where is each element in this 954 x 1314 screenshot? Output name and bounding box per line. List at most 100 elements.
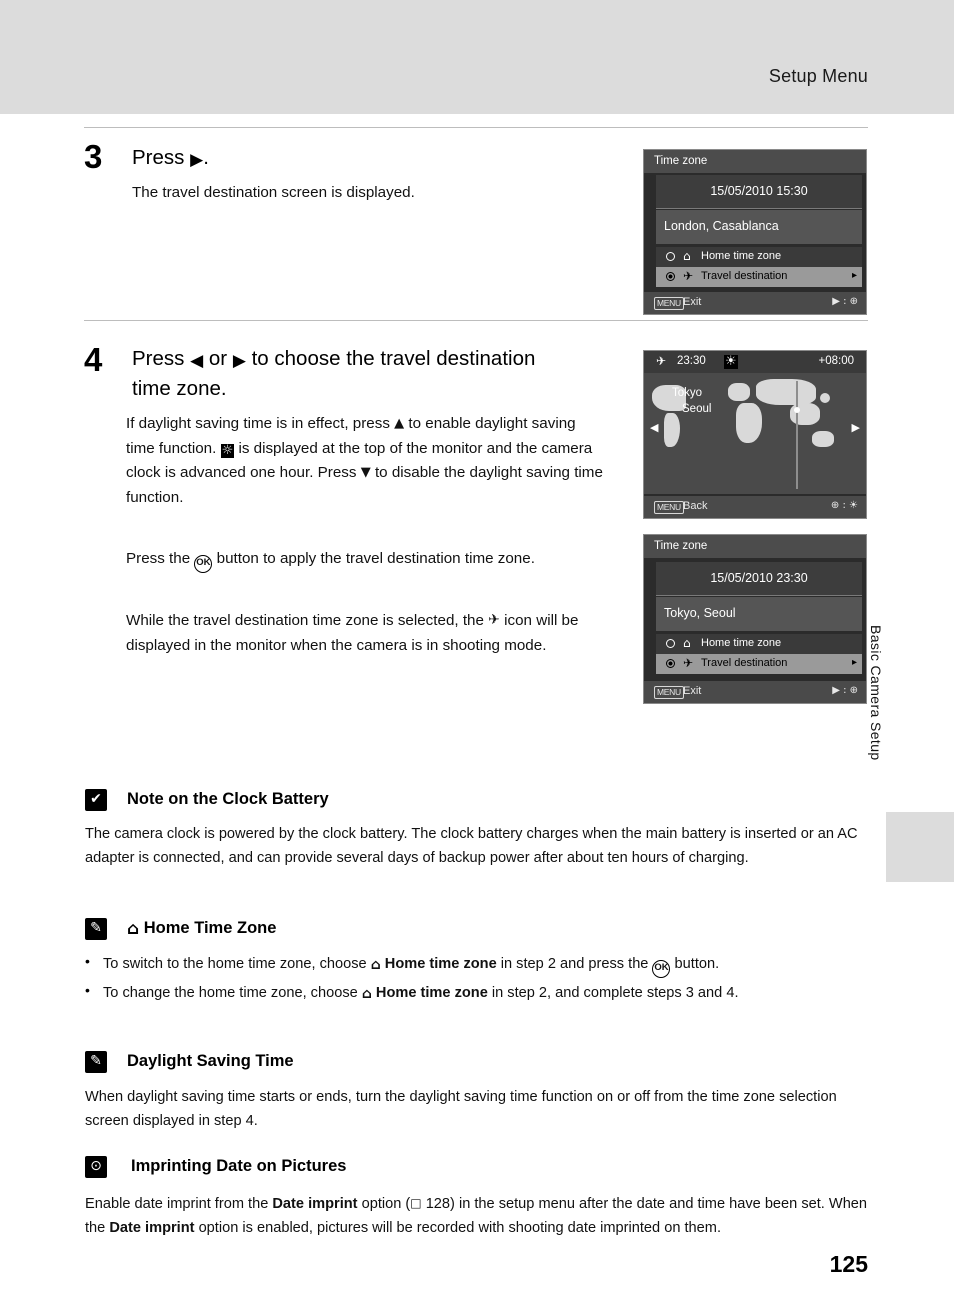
step-3-number: 3 — [84, 138, 103, 175]
map-back-label: Back — [683, 500, 708, 512]
page-number: 125 — [829, 1251, 868, 1277]
map-time: 23:30 — [677, 355, 706, 367]
map-landmass — [812, 431, 834, 447]
menu-chip: MENU — [654, 501, 684, 514]
ok-button-icon: OK — [652, 960, 671, 978]
map-right-arrow-icon[interactable]: ▶ — [852, 421, 860, 434]
map-left-arrow-icon[interactable]: ◀ — [650, 421, 658, 434]
chevron-right-icon: ▸ — [851, 270, 857, 281]
lcd3-row-travel-destination[interactable]: ✈ Travel destination ▸ — [656, 654, 862, 674]
note-home-time-zone-bullet-2: To change the home time zone, choose ⌂ H… — [103, 981, 871, 1006]
lcd1-row-home-label: Home time zone — [701, 250, 782, 262]
travel-destination-icon: ✈ — [488, 612, 500, 628]
step-3-title: Press ▶. — [132, 144, 602, 174]
step-3-title-prefix: Press — [132, 146, 185, 169]
right-arrow-icon: ▶ — [232, 351, 246, 371]
lcd1-date: 15/05/2010 15:30 — [656, 175, 862, 209]
p3-a: While the travel destination time zone i… — [126, 612, 484, 629]
lcd3-row-home-time-zone[interactable]: ⌂ Home time zone — [656, 634, 862, 654]
home-icon: ⌂ — [683, 249, 691, 263]
note-imprint-body: Enable date imprint from the Date imprin… — [85, 1191, 870, 1240]
imprint-bold-1: Date imprint — [272, 1196, 358, 1212]
map-landmass — [756, 379, 816, 405]
lcd3-row-travel-label: Travel destination — [701, 657, 788, 669]
map-utc-offset: +08:00 — [818, 355, 855, 367]
radio-unselected-icon — [666, 639, 675, 648]
book-reference-icon: □ — [410, 1196, 422, 1210]
lcd3-exit-label: Exit — [683, 685, 702, 697]
step-4-title-c: to choose the travel destination — [251, 347, 536, 370]
lcd3-city: Tokyo, Seoul — [656, 597, 862, 631]
lcd3-bottom-bar: MENU Exit ▶ : ⊕ — [644, 681, 866, 703]
lcd3-ok-hint: ▶ : ⊕ — [832, 685, 858, 696]
home-icon: ⌂ — [370, 957, 381, 973]
home-icon: ⌂ — [361, 986, 372, 1002]
bullet1-c: button. — [674, 956, 720, 972]
note-clock-battery-body: The camera clock is powered by the clock… — [85, 826, 858, 866]
imprint-ref: 128 — [425, 1196, 451, 1212]
menu-chip: MENU — [654, 686, 684, 699]
section-tab-label: Basic Camera Setup — [868, 625, 884, 761]
world-map-screen: ✈ 23:30 ☀ +08:00 Tokyo Seoul ◀ ▶ MENU Ba… — [643, 350, 867, 519]
step-4-number: 4 — [84, 341, 103, 378]
bullet-icon: • — [85, 953, 90, 969]
bullet2-bold: Home time zone — [375, 985, 488, 1001]
imprint-a: Enable date imprint from the — [85, 1196, 269, 1212]
pencil-icon: ✎ — [85, 1051, 107, 1073]
bullet-icon: • — [85, 982, 90, 998]
step-4-title-or: or — [208, 347, 228, 370]
date-imprint-icon: ⊙ — [85, 1156, 107, 1178]
map-landmass — [820, 393, 830, 403]
airplane-icon: ✈ — [683, 269, 694, 283]
check-icon: ✔ — [85, 789, 107, 811]
map-ok-hint: ⊕ : ☀ — [830, 500, 858, 511]
imprint-d: option is enabled, pictures will be reco… — [198, 1220, 721, 1236]
lcd1-row-travel-destination[interactable]: ✈ Travel destination ▸ — [656, 267, 862, 287]
radio-selected-icon — [666, 272, 675, 281]
chevron-right-icon: ▸ — [851, 657, 857, 668]
home-icon: ⌂ — [683, 636, 691, 650]
page-title: Setup Menu — [768, 66, 868, 86]
daylight-saving-icon: ☼ — [220, 442, 235, 458]
map-city-line2: Seoul — [682, 403, 712, 415]
step-4-paragraph-3: While the travel destination time zone i… — [126, 608, 608, 658]
radio-selected-icon — [666, 659, 675, 668]
lcd1-bottom-bar: MENU Exit ▶ : ⊕ — [644, 292, 866, 314]
bullet2-a: To change the home time zone, choose — [103, 985, 358, 1001]
note-clock-battery-heading: Note on the Clock Battery — [127, 790, 329, 808]
airplane-icon: ✈ — [656, 354, 667, 368]
section-tab-block — [886, 812, 954, 882]
map-landmass — [728, 383, 750, 401]
imprint-bold-2: Date imprint — [109, 1220, 195, 1236]
note-home-time-zone-bullet-1: To switch to the home time zone, choose … — [103, 952, 871, 978]
up-arrow-icon: ▲ — [394, 416, 405, 431]
pencil-icon: ✎ — [85, 918, 107, 940]
map-selected-marker — [794, 407, 800, 413]
step-4-title-a: Press — [132, 347, 185, 370]
menu-chip: MENU — [654, 297, 684, 310]
lcd3-row-home-label: Home time zone — [701, 637, 782, 649]
step-divider-1 — [84, 320, 868, 321]
lcd1-city: London, Casablanca — [656, 210, 862, 244]
step-4-paragraph-1: If daylight saving time is in effect, pr… — [126, 412, 608, 510]
lcd1-exit-label: Exit — [683, 296, 702, 308]
map-landmass — [736, 403, 762, 443]
map-bottom-bar: MENU Back ⊕ : ☀ — [644, 496, 866, 518]
document-page: Setup Menu Basic Camera Setup 3 Press ▶.… — [0, 0, 954, 1314]
lcd1-title: Time zone — [644, 150, 866, 173]
step-4-title: Press ◀ or ▶ to choose the travel destin… — [132, 345, 622, 403]
lcd1-ok-hint: ▶ : ⊕ — [832, 296, 858, 307]
lcd1-row-travel-label: Travel destination — [701, 270, 788, 282]
header-divider — [84, 127, 868, 128]
left-arrow-icon: ◀ — [190, 351, 204, 371]
note-home-time-zone-heading-text: Home Time Zone — [143, 919, 277, 937]
imprint-b: option ( — [361, 1196, 411, 1212]
map-landmass — [790, 403, 820, 425]
p2-a: Press the — [126, 550, 191, 567]
lcd1-row-home-time-zone[interactable]: ⌂ Home time zone — [656, 247, 862, 267]
world-map-area[interactable]: Tokyo Seoul ◀ ▶ — [644, 373, 866, 494]
map-landmass — [664, 413, 680, 447]
p1-a: If daylight saving time is in effect, pr… — [126, 415, 390, 432]
radio-unselected-icon — [666, 252, 675, 261]
map-timezone-line — [796, 381, 798, 489]
